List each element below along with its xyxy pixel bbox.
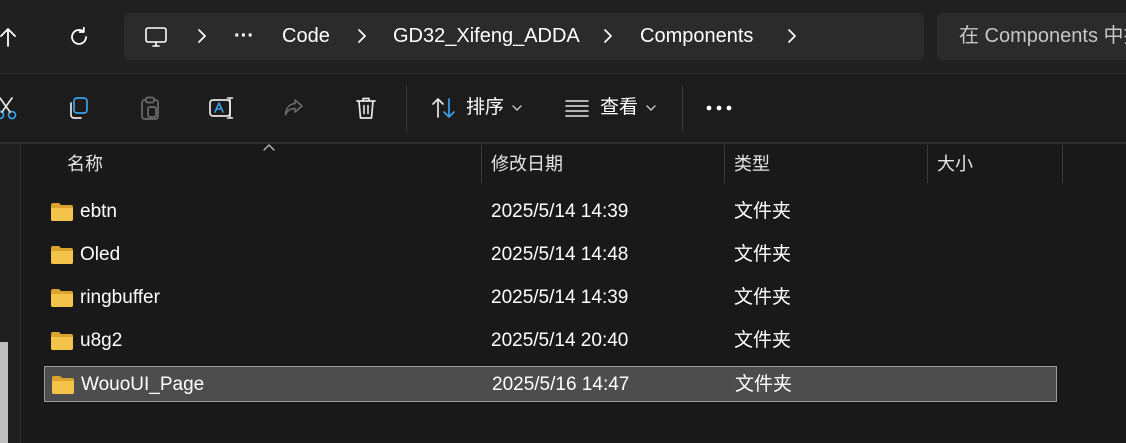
file-name: Oled [80,244,121,265]
file-name: u8g2 [80,330,123,351]
address-bar[interactable]: ··· Code GD32_Xifeng_ADDA Components [124,13,924,60]
file-type: 文件夹 [734,287,792,308]
share-icon [284,99,303,116]
chevron-right-icon[interactable] [354,28,370,44]
file-modified: 2025/5/16 14:47 [492,374,630,395]
chevron-right-icon[interactable] [784,28,800,44]
divider [0,142,1126,144]
folder-icon [51,246,73,264]
column-divider[interactable] [724,145,725,183]
breadcrumb-overflow[interactable]: ··· [234,13,254,60]
view-button[interactable]: 查看 [560,74,670,142]
file-name: WouoUI_Page [81,374,205,395]
column-divider[interactable] [1062,145,1063,183]
breadcrumb-project[interactable]: GD32_Xifeng_ADDA [393,13,580,60]
column-divider[interactable] [481,145,482,183]
search-input[interactable]: 在 Components 中搜索 [959,13,1126,60]
folder-icon [52,376,74,394]
file-type: 文件夹 [735,374,793,395]
refresh-button[interactable] [61,19,97,55]
file-name: ebtn [80,201,117,222]
paste-icon [141,96,159,120]
computer-icon [145,27,167,47]
arrow-up-icon [0,28,16,47]
folder-icon [51,203,73,221]
copy-icon [70,97,88,119]
column-header-size[interactable]: 大小 [937,145,973,183]
search-box[interactable]: 在 Components 中搜索 [937,13,1126,60]
up-button[interactable] [0,19,26,55]
file-name: ringbuffer [80,287,160,308]
file-type: 文件夹 [734,201,792,222]
column-header-type[interactable]: 类型 [734,145,770,183]
folder-icon [51,289,73,307]
copy-button[interactable] [62,92,94,124]
list-view-icon [565,100,589,117]
sort-icon [432,98,455,118]
chevron-down-icon [646,105,656,111]
column-header-modified[interactable]: 修改日期 [491,145,563,183]
breadcrumb-components[interactable]: Components [640,13,753,60]
command-bar: 排序 查看 [0,74,1126,142]
scrollbar-thumb[interactable] [0,342,8,443]
table-row[interactable]: Oled 2025/5/14 14:48 文件夹 [44,237,1057,273]
cut-button[interactable] [0,92,22,124]
view-label: 查看 [600,97,639,118]
scissors-icon [0,97,17,120]
chevron-down-icon [512,105,522,111]
sort-label: 排序 [466,97,505,118]
table-row[interactable]: WouoUI_Page 2025/5/16 14:47 文件夹 [44,366,1057,402]
sort-ascending-icon [263,144,275,151]
more-options-button[interactable] [703,92,735,124]
delete-button[interactable] [350,92,382,124]
file-type: 文件夹 [734,330,792,351]
chevron-right-icon[interactable] [600,28,616,44]
table-row[interactable]: ebtn 2025/5/14 14:39 文件夹 [44,194,1057,230]
navigation-bar: ··· Code GD32_Xifeng_ADDA Components 在 C… [0,0,1126,73]
file-modified: 2025/5/14 14:39 [491,201,629,222]
table-row[interactable]: u8g2 2025/5/14 20:40 文件夹 [44,323,1057,359]
table-row[interactable]: ringbuffer 2025/5/14 14:39 文件夹 [44,280,1057,316]
chevron-right-icon[interactable] [194,28,210,44]
file-type: 文件夹 [734,244,792,265]
rename-button[interactable] [206,92,238,124]
paste-button[interactable] [134,92,166,124]
ellipsis-icon [706,105,732,111]
column-header-name[interactable]: 名称 [67,145,103,183]
rename-icon [209,97,234,119]
refresh-icon [71,26,87,45]
pane-divider[interactable] [20,144,21,443]
folder-icon [51,332,73,350]
share-button[interactable] [278,92,310,124]
column-divider[interactable] [927,145,928,183]
file-modified: 2025/5/14 14:39 [491,287,629,308]
trash-icon [356,97,376,119]
sort-button[interactable]: 排序 [420,74,540,142]
file-modified: 2025/5/14 14:48 [491,244,629,265]
navigation-pane [0,144,21,443]
toolbar-divider [406,86,407,132]
file-modified: 2025/5/14 20:40 [491,330,629,351]
breadcrumb-code[interactable]: Code [282,13,330,60]
toolbar-divider [682,86,683,132]
